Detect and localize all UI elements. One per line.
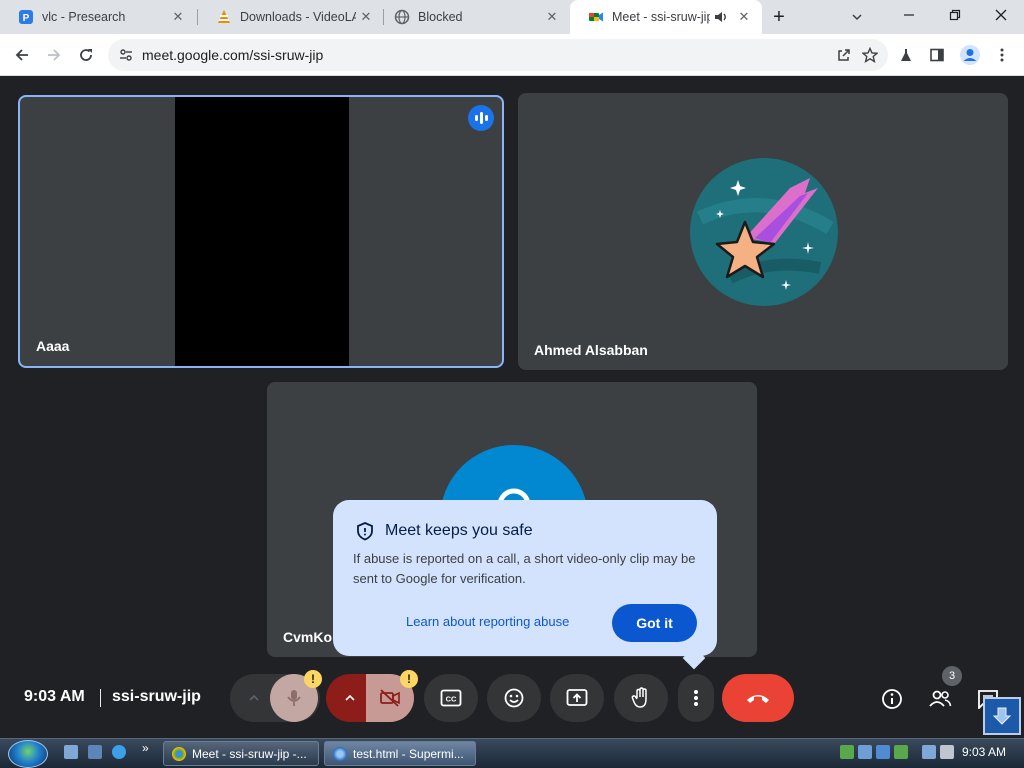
- raise-hand-button[interactable]: [614, 674, 668, 722]
- more-options-button[interactable]: [678, 674, 714, 722]
- tab-close-icon[interactable]: ✕: [542, 7, 562, 27]
- participant-name: Aaaa: [36, 338, 70, 354]
- tab-title: Meet - ssi-sruw-jip: [612, 10, 710, 24]
- download-arrow-icon[interactable]: [983, 697, 1021, 735]
- closed-captions-icon: CC: [440, 689, 462, 707]
- google-meet-icon: [588, 9, 604, 25]
- switch-windows-icon[interactable]: [88, 745, 102, 759]
- video-options-chevron-up-icon[interactable]: [334, 674, 366, 722]
- participant-count-badge: 3: [942, 666, 962, 686]
- meeting-code: ssi-sruw-jip: [112, 688, 201, 705]
- svg-text:CC: CC: [446, 695, 457, 704]
- minimize-window-icon[interactable]: [886, 0, 932, 30]
- taskbar-item-supermium-test[interactable]: test.html - Supermi...: [324, 741, 476, 766]
- tray-volume-muted-icon[interactable]: [940, 745, 954, 759]
- tab-close-icon[interactable]: ✕: [734, 7, 754, 27]
- present-upload-icon: [566, 689, 588, 706]
- presearch-favicon-icon: P: [18, 9, 34, 25]
- learn-about-reporting-abuse-link[interactable]: Learn about reporting abuse: [406, 614, 569, 629]
- reactions-button[interactable]: [487, 674, 541, 722]
- quick-launch-more-icon[interactable]: »: [142, 741, 149, 755]
- tab-search-chevron-down-icon[interactable]: [834, 0, 880, 34]
- tooltip-title: Meet keeps you safe: [385, 522, 533, 539]
- windows-start-orb-icon[interactable]: [8, 740, 48, 768]
- side-panel-icon[interactable]: [921, 39, 953, 71]
- camera-warning-badge: !: [400, 670, 418, 688]
- tray-security-check-icon[interactable]: [894, 745, 908, 759]
- system-clock[interactable]: 9:03 AM: [962, 745, 1006, 759]
- supermium-browser-icon: [333, 746, 347, 761]
- tray-device-icon[interactable]: [876, 745, 890, 759]
- browser-menu-icon[interactable]: [986, 39, 1018, 71]
- tab-blocked[interactable]: Blocked ✕: [376, 0, 570, 34]
- participant-tile-aaaa[interactable]: Aaaa: [18, 95, 504, 368]
- reload-icon[interactable]: [70, 39, 102, 71]
- participant-name: Ahmed Alsabban: [534, 342, 648, 358]
- tab-title: Blocked: [418, 10, 463, 24]
- microphone-icon: [287, 690, 301, 706]
- globe-icon: [394, 9, 410, 25]
- svg-text:P: P: [23, 13, 30, 24]
- profile-avatar-icon[interactable]: [954, 39, 986, 71]
- tray-display-icon[interactable]: [858, 745, 872, 759]
- extensions-flask-icon[interactable]: [890, 39, 922, 71]
- new-tab-button[interactable]: +: [756, 0, 802, 34]
- chrome-icon: [172, 746, 186, 761]
- bookmark-star-icon[interactable]: [854, 39, 886, 71]
- present-screen-button[interactable]: [550, 674, 604, 722]
- restore-window-icon[interactable]: [932, 0, 978, 30]
- camera-off-icon: [380, 689, 400, 707]
- shooting-star-avatar: [690, 158, 838, 306]
- hang-up-phone-icon: [747, 695, 769, 703]
- leave-call-button[interactable]: [722, 674, 794, 722]
- tab-close-icon[interactable]: ✕: [356, 7, 376, 27]
- participant-name: CvmKo: [283, 629, 333, 645]
- tab-close-icon[interactable]: ✕: [168, 7, 188, 27]
- captions-button[interactable]: CC: [424, 674, 478, 722]
- tab-videolan-downloads[interactable]: Downloads - VideoLA ✕: [198, 0, 384, 34]
- meeting-info-divider: [100, 689, 101, 707]
- participant-video-feed: [175, 97, 349, 366]
- tab-audio-playing-icon[interactable]: [714, 9, 728, 25]
- browser-tab-strip: P vlc - Presearch ✕ Downloads - VideoLA …: [0, 0, 1024, 34]
- back-arrow-icon[interactable]: [6, 39, 38, 71]
- site-settings-icon[interactable]: [118, 47, 134, 68]
- meet-safety-tooltip: Meet keeps you safe If abuse is reported…: [333, 500, 717, 656]
- meeting-details-info-icon[interactable]: [876, 683, 908, 715]
- tray-network-sync-icon[interactable]: [840, 745, 854, 759]
- browser-toolbar: meet.google.com/ssi-sruw-jip: [0, 34, 1024, 76]
- speaking-indicator-icon: [468, 105, 494, 131]
- show-desktop-icon[interactable]: [64, 745, 78, 759]
- url-text: meet.google.com/ssi-sruw-jip: [142, 47, 324, 63]
- tab-title: Downloads - VideoLA: [240, 10, 356, 24]
- internet-explorer-icon[interactable]: [112, 745, 126, 759]
- raise-hand-icon: [631, 687, 647, 708]
- taskbar-item-chrome-meet[interactable]: Meet - ssi-sruw-jip -...: [163, 741, 319, 766]
- mic-warning-badge: !: [304, 670, 322, 688]
- meeting-clock: 9:03 AM: [24, 688, 85, 705]
- taskbar-item-label: Meet - ssi-sruw-jip -...: [192, 746, 307, 761]
- tab-title: vlc - Presearch: [42, 10, 126, 24]
- address-bar[interactable]: meet.google.com/ssi-sruw-jip: [108, 39, 888, 71]
- tray-monitor-icon[interactable]: [922, 745, 936, 759]
- taskbar-item-label: test.html - Supermi...: [353, 746, 464, 761]
- more-vert-icon: [694, 690, 698, 706]
- tooltip-body: If abuse is reported on a call, a short …: [353, 551, 696, 586]
- people-icon[interactable]: [924, 683, 956, 715]
- tab-google-meet[interactable]: Meet - ssi-sruw-jip ✕: [570, 0, 762, 34]
- participant-tile-ahmed[interactable]: Ahmed Alsabban: [518, 93, 1008, 370]
- audio-options-chevron-up-icon[interactable]: [238, 674, 270, 722]
- close-window-icon[interactable]: [978, 0, 1024, 30]
- emoji-smile-icon: [504, 688, 524, 708]
- shield-icon: [355, 521, 375, 546]
- got-it-button[interactable]: Got it: [612, 604, 697, 642]
- forward-arrow-icon[interactable]: [38, 39, 70, 71]
- tab-presearch[interactable]: P vlc - Presearch ✕: [0, 0, 196, 34]
- vlc-cone-icon: [216, 9, 232, 25]
